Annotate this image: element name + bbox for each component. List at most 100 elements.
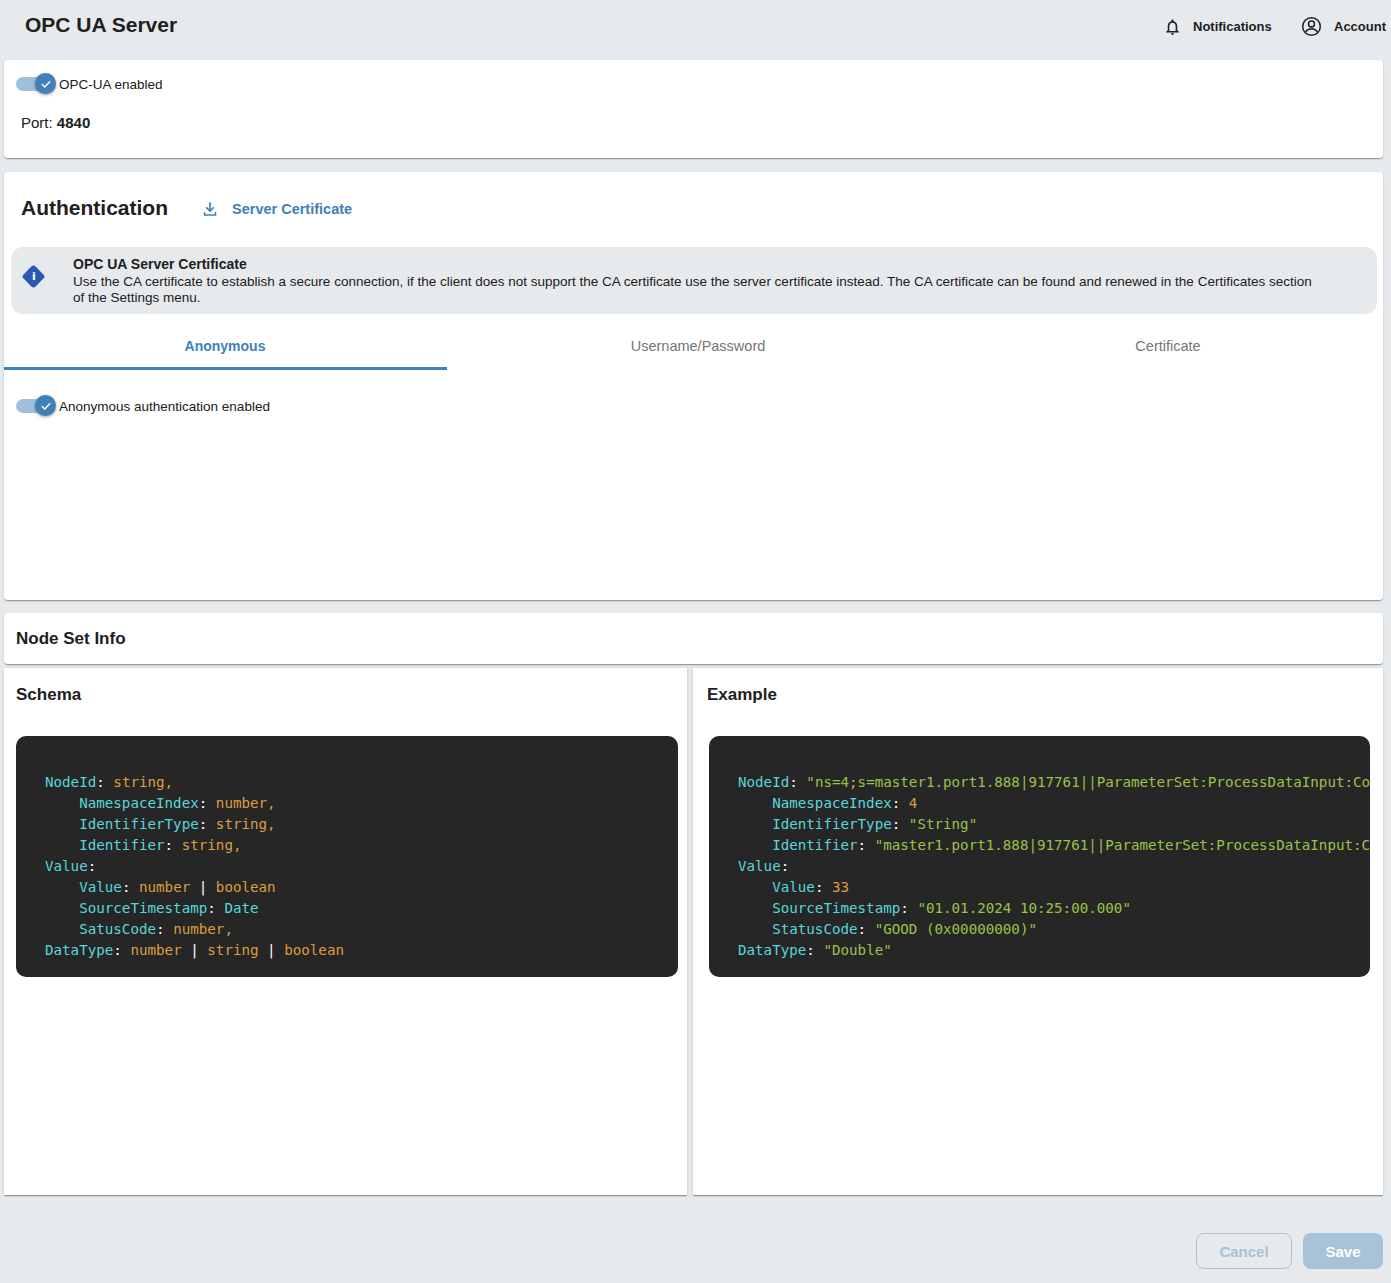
save-button[interactable]: Save xyxy=(1303,1233,1383,1269)
schema-panel: Schema NodeId: string, NamespaceIndex: n… xyxy=(4,668,687,1195)
example-title: Example xyxy=(707,685,777,705)
example-panel: Example NodeId: "ns=4;s=master1.port1.88… xyxy=(693,668,1383,1195)
code-token: : xyxy=(88,858,97,874)
code-token: : xyxy=(199,816,216,832)
toggle-thumb xyxy=(35,395,56,416)
code-token: : xyxy=(892,795,909,811)
code-line: IdentifierType: "String" xyxy=(738,814,1370,835)
code-token: | xyxy=(259,942,285,958)
anonymous-auth-toggle[interactable] xyxy=(18,396,54,416)
code-token: string, xyxy=(216,816,276,832)
code-line xyxy=(45,751,678,772)
tab-username-password[interactable]: Username/Password xyxy=(631,338,766,354)
opcua-enabled-toggle[interactable] xyxy=(18,74,54,94)
info-icon: i xyxy=(21,264,45,288)
code-token: boolean xyxy=(284,942,344,958)
code-line: NodeId: "ns=4;s=master1.port1.888|917761… xyxy=(738,772,1370,793)
code-line: DataType: number | string | boolean xyxy=(45,940,678,961)
code-line: SourceTimestamp: "01.01.2024 10:25:00.00… xyxy=(738,898,1370,919)
anonymous-auth-label: Anonymous authentication enabled xyxy=(59,399,270,414)
port-line: Port: 4840 xyxy=(21,114,90,131)
code-token: StatusCode xyxy=(738,921,858,937)
code-token: DataType xyxy=(45,942,113,958)
code-token: 33 xyxy=(832,879,849,895)
tab-anonymous[interactable]: Anonymous xyxy=(185,338,266,354)
notifications-icon[interactable] xyxy=(1163,16,1182,38)
code-line: Value: 33 xyxy=(738,877,1370,898)
code-token: Value xyxy=(738,858,781,874)
download-icon[interactable] xyxy=(200,199,220,219)
code-token: : xyxy=(781,858,790,874)
notifications-label[interactable]: Notifications xyxy=(1193,19,1272,34)
code-token: boolean xyxy=(216,879,276,895)
node-set-info-title: Node Set Info xyxy=(16,629,126,649)
code-token: "ns=4;s=master1.port1.888|917761||Parame… xyxy=(806,774,1370,790)
code-token: Value xyxy=(738,879,815,895)
code-line: IdentifierType: string, xyxy=(45,814,678,835)
code-token: : xyxy=(858,837,875,853)
server-certificate-link[interactable]: Server Certificate xyxy=(232,201,352,217)
example-code-block: NodeId: "ns=4;s=master1.port1.888|917761… xyxy=(709,736,1370,977)
cancel-button[interactable]: Cancel xyxy=(1196,1233,1292,1269)
code-token: DataType xyxy=(738,942,806,958)
code-line: Value: number | boolean xyxy=(45,877,678,898)
account-icon[interactable] xyxy=(1300,15,1323,38)
code-token: string xyxy=(207,942,258,958)
code-token: "String" xyxy=(909,816,977,832)
code-line: NamespaceIndex: number, xyxy=(45,793,678,814)
page-title: OPC UA Server xyxy=(25,13,177,37)
node-set-info-header: Node Set Info xyxy=(4,613,1383,664)
code-token: Value xyxy=(45,858,88,874)
code-token: IdentifierType xyxy=(738,816,892,832)
tab-certificate[interactable]: Certificate xyxy=(1135,338,1200,354)
code-token: 4 xyxy=(909,795,918,811)
code-token: "GOOD (0x00000000)" xyxy=(875,921,1037,937)
code-line: Value: xyxy=(45,856,678,877)
code-line: NamespaceIndex: 4 xyxy=(738,793,1370,814)
code-line: DataType: "Double" xyxy=(738,940,1370,961)
code-token: Identifier xyxy=(738,837,858,853)
active-tab-indicator xyxy=(4,367,447,370)
app-header: OPC UA Server Notifications Account xyxy=(0,0,1391,55)
code-token: : xyxy=(815,879,832,895)
code-token: NodeId xyxy=(738,774,789,790)
port-value: 4840 xyxy=(57,114,90,131)
code-token: string, xyxy=(113,774,173,790)
code-line: StatusCode: "GOOD (0x00000000)" xyxy=(738,919,1370,940)
code-line: SatusCode: number, xyxy=(45,919,678,940)
code-token: number, xyxy=(216,795,276,811)
code-token: Value xyxy=(45,879,122,895)
code-token: number, xyxy=(173,921,233,937)
code-token: : xyxy=(96,774,113,790)
code-token: NamespaceIndex xyxy=(45,795,199,811)
code-token: IdentifierType xyxy=(45,816,199,832)
code-token: "01.01.2024 10:25:00.000" xyxy=(917,900,1131,916)
code-token: number xyxy=(130,942,181,958)
example-code: NodeId: "ns=4;s=master1.port1.888|917761… xyxy=(709,736,1370,961)
schema-title: Schema xyxy=(16,685,81,705)
code-token: "master1.port1.888|917761||ParameterSet:… xyxy=(875,837,1370,853)
opcua-enabled-label: OPC-UA enabled xyxy=(59,77,163,92)
authentication-card: Authentication Server Certificate i OPC … xyxy=(4,172,1383,600)
code-token: : xyxy=(199,795,216,811)
code-line: Identifier: "master1.port1.888|917761||P… xyxy=(738,835,1370,856)
schema-code-block: NodeId: string, NamespaceIndex: number, … xyxy=(16,736,678,977)
code-token: | xyxy=(182,942,208,958)
authentication-title: Authentication xyxy=(21,196,168,220)
banner-body: Use the CA certificate to establish a se… xyxy=(73,274,1313,305)
code-token: Date xyxy=(224,900,258,916)
code-token: NamespaceIndex xyxy=(738,795,892,811)
code-token: NodeId xyxy=(45,774,96,790)
code-token: string, xyxy=(182,837,242,853)
code-token: : xyxy=(113,942,130,958)
code-token: | xyxy=(190,879,216,895)
code-token: : xyxy=(156,921,173,937)
code-token: Identifier xyxy=(45,837,165,853)
code-token: "Double" xyxy=(823,942,891,958)
code-token: : xyxy=(858,921,875,937)
account-label[interactable]: Account xyxy=(1334,19,1386,34)
opcua-server-card: OPC-UA enabled Port: 4840 xyxy=(4,60,1383,158)
code-token: : xyxy=(806,942,823,958)
code-line: Value: xyxy=(738,856,1370,877)
code-line: NodeId: string, xyxy=(45,772,678,793)
